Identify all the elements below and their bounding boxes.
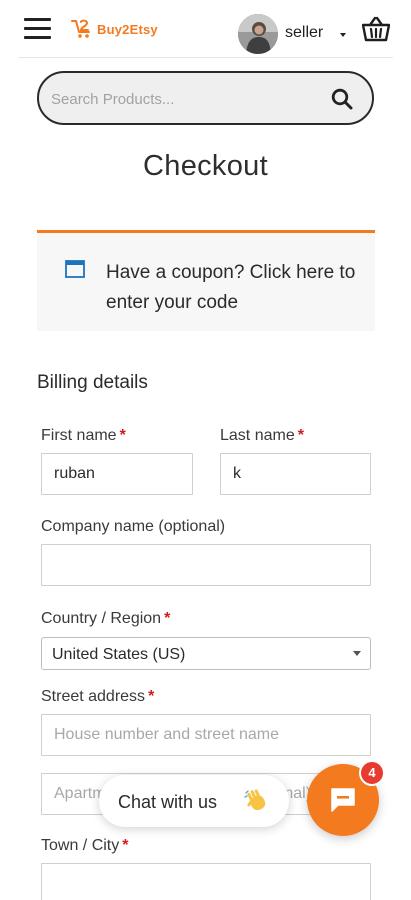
company-field[interactable] bbox=[41, 544, 371, 586]
search-input[interactable] bbox=[51, 85, 321, 113]
last-name-field[interactable] bbox=[220, 453, 371, 495]
brand-name: Buy2Etsy bbox=[97, 21, 158, 37]
chevron-down-icon[interactable] bbox=[340, 33, 346, 37]
chat-prompt-label: Chat with us bbox=[118, 792, 218, 812]
first-name-label: First name * bbox=[41, 427, 126, 445]
country-select[interactable]: United States (US) bbox=[41, 637, 371, 670]
city-label-text: Town / City bbox=[41, 837, 120, 854]
avatar[interactable] bbox=[238, 14, 278, 54]
shopping-basket-icon[interactable] bbox=[362, 16, 390, 42]
first-name-field[interactable] bbox=[41, 453, 193, 495]
brand-logo[interactable]: Buy2Etsy bbox=[70, 17, 158, 41]
site-header: Buy2Etsy seller bbox=[0, 0, 411, 58]
required-mark: * bbox=[119, 427, 126, 444]
menu-icon[interactable] bbox=[24, 16, 52, 40]
window-icon bbox=[65, 260, 85, 278]
last-name-label-text: Last name bbox=[220, 427, 295, 444]
street-line1-field[interactable] bbox=[41, 714, 371, 756]
company-label: Company name (optional) bbox=[41, 518, 226, 535]
country-label-text: Country / Region bbox=[41, 610, 162, 627]
cart-logo-icon bbox=[71, 19, 90, 38]
chat-bubble-icon bbox=[331, 788, 355, 812]
required-mark: * bbox=[164, 610, 171, 627]
country-selected-value: United States (US) bbox=[52, 646, 186, 663]
chevron-down-icon bbox=[353, 651, 361, 656]
required-mark: * bbox=[122, 837, 129, 854]
header-divider bbox=[18, 57, 393, 58]
search-icon[interactable] bbox=[331, 88, 353, 110]
street-label-text: Street address bbox=[41, 688, 146, 705]
city-field[interactable] bbox=[41, 863, 371, 900]
street-label: Street address * bbox=[41, 688, 154, 706]
first-name-label-text: First name bbox=[41, 427, 117, 444]
chat-prompt[interactable]: Chat with us bbox=[99, 775, 289, 827]
city-label: Town / City * bbox=[41, 837, 128, 855]
country-label: Country / Region * bbox=[41, 610, 170, 628]
user-menu-label[interactable]: seller bbox=[285, 24, 323, 42]
required-mark: * bbox=[297, 427, 304, 444]
billing-heading: Billing details bbox=[37, 372, 148, 393]
last-name-label: Last name * bbox=[220, 427, 304, 445]
coupon-link[interactable]: Have a coupon? Click here to enter your … bbox=[106, 258, 361, 318]
page-title: Checkout bbox=[143, 150, 268, 182]
search-bar bbox=[37, 71, 374, 125]
required-mark: * bbox=[148, 688, 155, 705]
coupon-notice: Have a coupon? Click here to enter your … bbox=[37, 230, 375, 331]
unread-badge: 4 bbox=[359, 760, 385, 786]
waving-hand-icon bbox=[244, 789, 266, 811]
user-photo-icon bbox=[238, 14, 278, 54]
